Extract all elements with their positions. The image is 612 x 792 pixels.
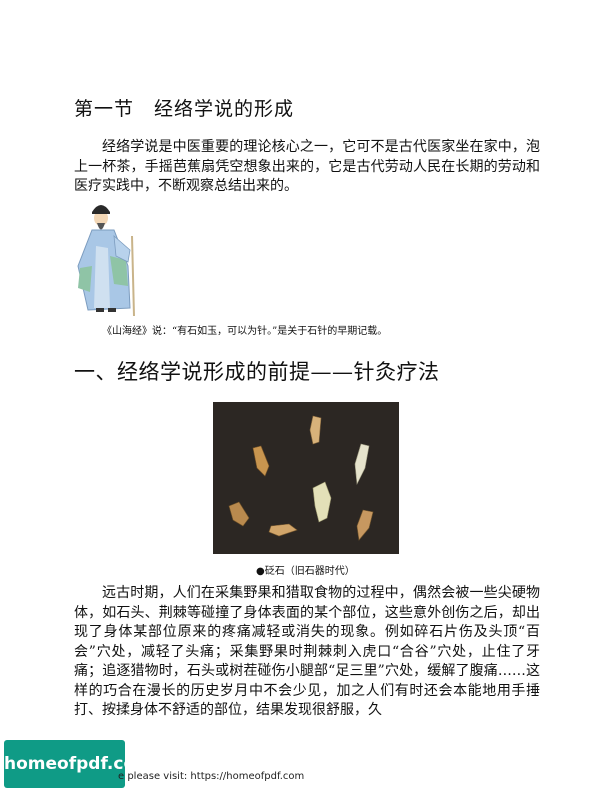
body-paragraph: 远古时期，人们在采集野果和猎取食物的过程中，偶然会被一些尖硬物体，如石头、荆棘等…: [74, 585, 540, 718]
stone-needles-photo: [213, 402, 399, 554]
figure2-caption: ●砭石（旧石器时代）: [256, 566, 355, 577]
intro-paragraph: 经络学说是中医重要的理论核心之一，它可不是古代医家坐在家中，泡上一杯茶，手摇芭蕉…: [74, 139, 540, 194]
section-title: 第一节 经络学说的形成: [74, 98, 295, 120]
homeofpdf-logo[interactable]: homeofpdf.com: [4, 740, 153, 788]
figure1-caption: 《山海经》说：“有石如玉，可以为针。”是关于石针的早期记载。: [102, 326, 388, 337]
footer-watermark-text: e please visit: https://homeofpdf.com: [118, 771, 305, 782]
subsection-title: 一、经络学说形成的前提——针灸疗法: [74, 360, 440, 384]
ancient-physician-illustration: [70, 196, 140, 318]
